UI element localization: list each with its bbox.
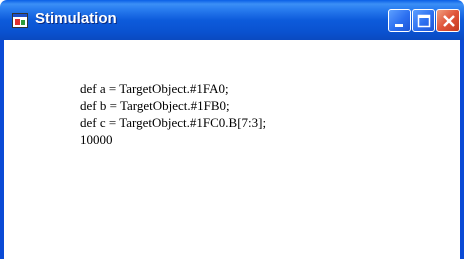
- minimize-button[interactable]: [388, 9, 411, 32]
- maximize-button[interactable]: [412, 9, 435, 32]
- close-icon: [443, 15, 455, 27]
- close-button[interactable]: [436, 9, 460, 32]
- window-title: Stimulation: [35, 10, 117, 27]
- code-output: def a = TargetObject.#1FA0; def b = Targ…: [80, 80, 266, 148]
- output-area: [0, 40, 464, 259]
- code-line: def a = TargetObject.#1FA0;: [80, 81, 229, 96]
- app-window-icon: [12, 13, 28, 28]
- minimize-icon: [395, 24, 403, 27]
- maximize-icon: [417, 14, 431, 28]
- code-line: def c = TargetObject.#1FC0.B[7:3];: [80, 115, 267, 130]
- code-line: 10000: [80, 132, 113, 147]
- title-bar[interactable]: Stimulation: [0, 0, 464, 40]
- code-line: def b = TargetObject.#1FB0;: [80, 98, 230, 113]
- stimulation-window: Stimulation def a = TargetObject.#1FA0; …: [0, 0, 464, 259]
